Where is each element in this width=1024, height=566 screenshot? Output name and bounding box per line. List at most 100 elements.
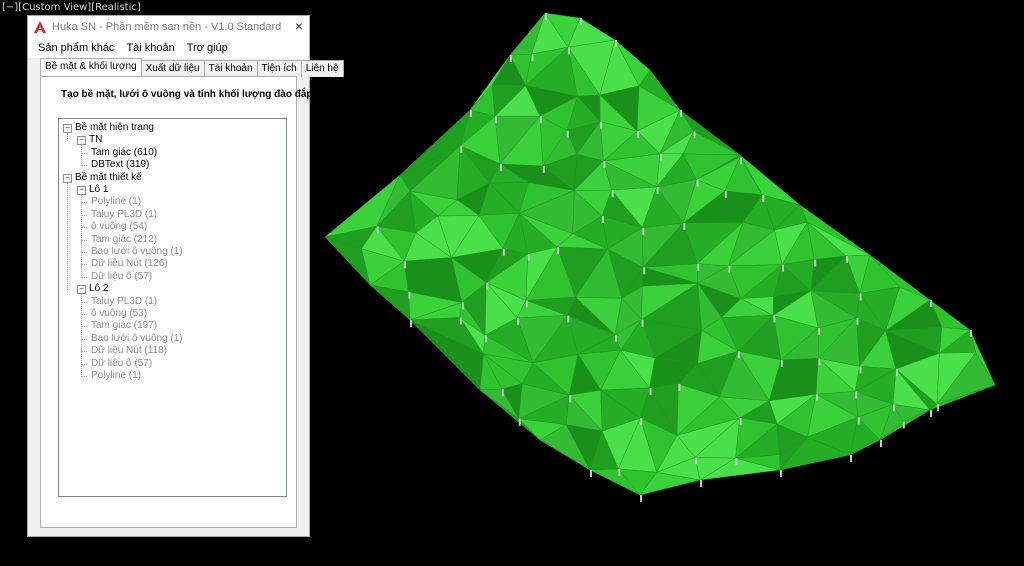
tree-connector <box>81 145 82 167</box>
elevation-label-mark <box>680 110 682 117</box>
elevation-label-mark <box>566 130 569 138</box>
elevation-label-mark <box>640 495 642 502</box>
elevation-label-mark <box>376 226 379 234</box>
elevation-label-mark <box>857 417 860 425</box>
tab-contact[interactable]: Liên hệ <box>300 60 344 77</box>
tab-export-data[interactable]: Xuất dữ liệu <box>140 60 205 77</box>
elevation-label-mark <box>470 110 472 117</box>
tree-node[interactable]: ô vuông (53) <box>91 308 147 320</box>
elevation-label-mark <box>678 383 681 391</box>
tab-surface-volume[interactable]: Bề mặt & khối lượng <box>40 58 142 77</box>
elevation-label-mark <box>527 253 530 261</box>
elevation-label-mark <box>569 395 572 403</box>
menu-other-products[interactable]: Sản phẩm khác <box>32 42 120 54</box>
elevation-label-mark <box>618 468 621 476</box>
tree-node[interactable]: Tam giác (212) <box>91 234 157 246</box>
tree-node[interactable]: Dữ liệu ô (57) <box>91 358 152 370</box>
elevation-label-mark <box>459 317 462 325</box>
elevation-label-mark <box>517 317 520 325</box>
elevation-label-mark <box>737 351 740 359</box>
tree-node[interactable]: Lô 1 <box>89 184 108 196</box>
elevation-label-mark <box>782 264 785 272</box>
elevation-label-mark <box>486 282 489 290</box>
elevation-label-mark <box>603 161 606 169</box>
tree-collapse-toggle-icon[interactable]: − <box>77 136 86 146</box>
elevation-label-mark <box>814 259 817 267</box>
elevation-label-mark <box>460 145 463 153</box>
elevation-label-mark <box>611 190 614 198</box>
tab-account[interactable]: Tài khoản <box>203 60 258 77</box>
tree-node[interactable]: TN <box>89 134 102 146</box>
tree-node[interactable]: Bề mặt thiết kế <box>75 172 142 184</box>
elevation-label-mark <box>404 261 407 269</box>
object-tree[interactable]: − Bề mặt hiện trạng − TN Tam giác (610) DBTex… <box>58 118 287 497</box>
window-title: Huka SN - Phần mềm san nền - V1.0 Standa… <box>52 21 282 33</box>
tree-node[interactable]: Taluy PL3D (1) <box>91 209 157 221</box>
elevation-label-mark <box>494 116 497 124</box>
elevation-label-mark <box>600 121 603 129</box>
elevation-label-mark <box>615 334 618 342</box>
elevation-label-mark <box>640 418 643 426</box>
elevation-label-mark <box>642 227 645 235</box>
elevation-label-mark <box>815 394 818 402</box>
elevation-label-mark <box>859 366 862 374</box>
tree-collapse-toggle-icon[interactable]: − <box>63 124 72 133</box>
tree-node[interactable]: Dữ liệu ô (57) <box>91 271 152 283</box>
tree-node[interactable]: Bao lưới ô vuông (1) <box>91 333 183 345</box>
elevation-label-mark <box>930 300 932 307</box>
elevation-label-mark <box>683 223 686 231</box>
elevation-label-mark <box>970 330 972 337</box>
elevation-label-mark <box>895 368 898 376</box>
elevation-label-mark <box>856 317 859 325</box>
menu-account[interactable]: Tài khoản <box>120 42 180 54</box>
elevation-label-mark <box>773 315 776 323</box>
elevation-label-mark <box>930 410 932 417</box>
tree-node[interactable]: Polyline (1) <box>91 196 141 208</box>
elevation-label-mark <box>659 153 662 161</box>
elevation-label-mark <box>615 40 617 47</box>
tree-node[interactable]: ô vuông (54) <box>91 221 147 233</box>
elevation-label-mark <box>601 215 604 223</box>
elevation-label-mark <box>502 248 505 256</box>
tree-node[interactable]: Taluy PL3D (1) <box>91 296 157 308</box>
tree-connector <box>81 195 82 278</box>
elevation-label-mark <box>694 457 697 465</box>
elevation-label-mark <box>892 404 895 412</box>
elevation-label-mark <box>557 247 560 255</box>
elevation-label-mark <box>656 186 659 194</box>
elevation-label-mark <box>735 458 738 466</box>
elevation-label-mark <box>739 417 742 425</box>
elevation-label-mark <box>818 358 821 366</box>
menu-help[interactable]: Trợ giúp <box>181 42 234 54</box>
elevation-label-mark <box>902 421 905 429</box>
elevation-label-mark <box>880 440 882 447</box>
elevation-label-mark <box>637 131 640 139</box>
tree-node[interactable]: Dữ liệu Nút (118) <box>91 345 167 357</box>
close-icon[interactable]: × <box>295 18 303 34</box>
plugin-window: Huka SN - Phần mềm san nền - V1.0 Standa… <box>27 15 344 537</box>
tree-collapse-toggle-icon[interactable]: − <box>77 186 86 195</box>
elevation-label-mark <box>525 300 528 308</box>
tree-node[interactable]: Dữ liệu Nút (126) <box>91 258 168 270</box>
elevation-label-mark <box>567 47 570 55</box>
elevation-label-mark <box>740 157 743 165</box>
tree-node[interactable]: Tam giác (610) <box>91 147 157 159</box>
tree-node[interactable]: DBText (319) <box>91 159 149 171</box>
tree-collapse-toggle-icon[interactable]: − <box>77 285 86 295</box>
tree-node[interactable]: Tam giác (197) <box>91 320 157 332</box>
elevation-label-mark <box>728 265 731 273</box>
menu-bar: Sản phẩm khác Tài khoản Trợ giúp <box>28 38 309 58</box>
tree-node[interactable]: Lô 2 <box>89 283 108 295</box>
elevation-label-mark <box>762 194 765 202</box>
tab-utilities[interactable]: Tiện ích <box>256 60 302 77</box>
elevation-label-mark <box>545 13 547 20</box>
tree-node[interactable]: Bao lưới ô vuông (1) <box>91 246 183 258</box>
tree-collapse-toggle-icon[interactable]: − <box>63 173 72 183</box>
elevation-label-mark <box>859 293 862 301</box>
elevation-label-mark <box>461 302 464 310</box>
tree-node[interactable]: Bề mặt hiện trạng <box>75 122 154 134</box>
elevation-label-mark <box>580 18 582 25</box>
elevation-label-mark <box>700 480 702 487</box>
tree-node[interactable]: Polyline (1) <box>91 370 141 382</box>
elevation-label-mark <box>818 328 821 336</box>
